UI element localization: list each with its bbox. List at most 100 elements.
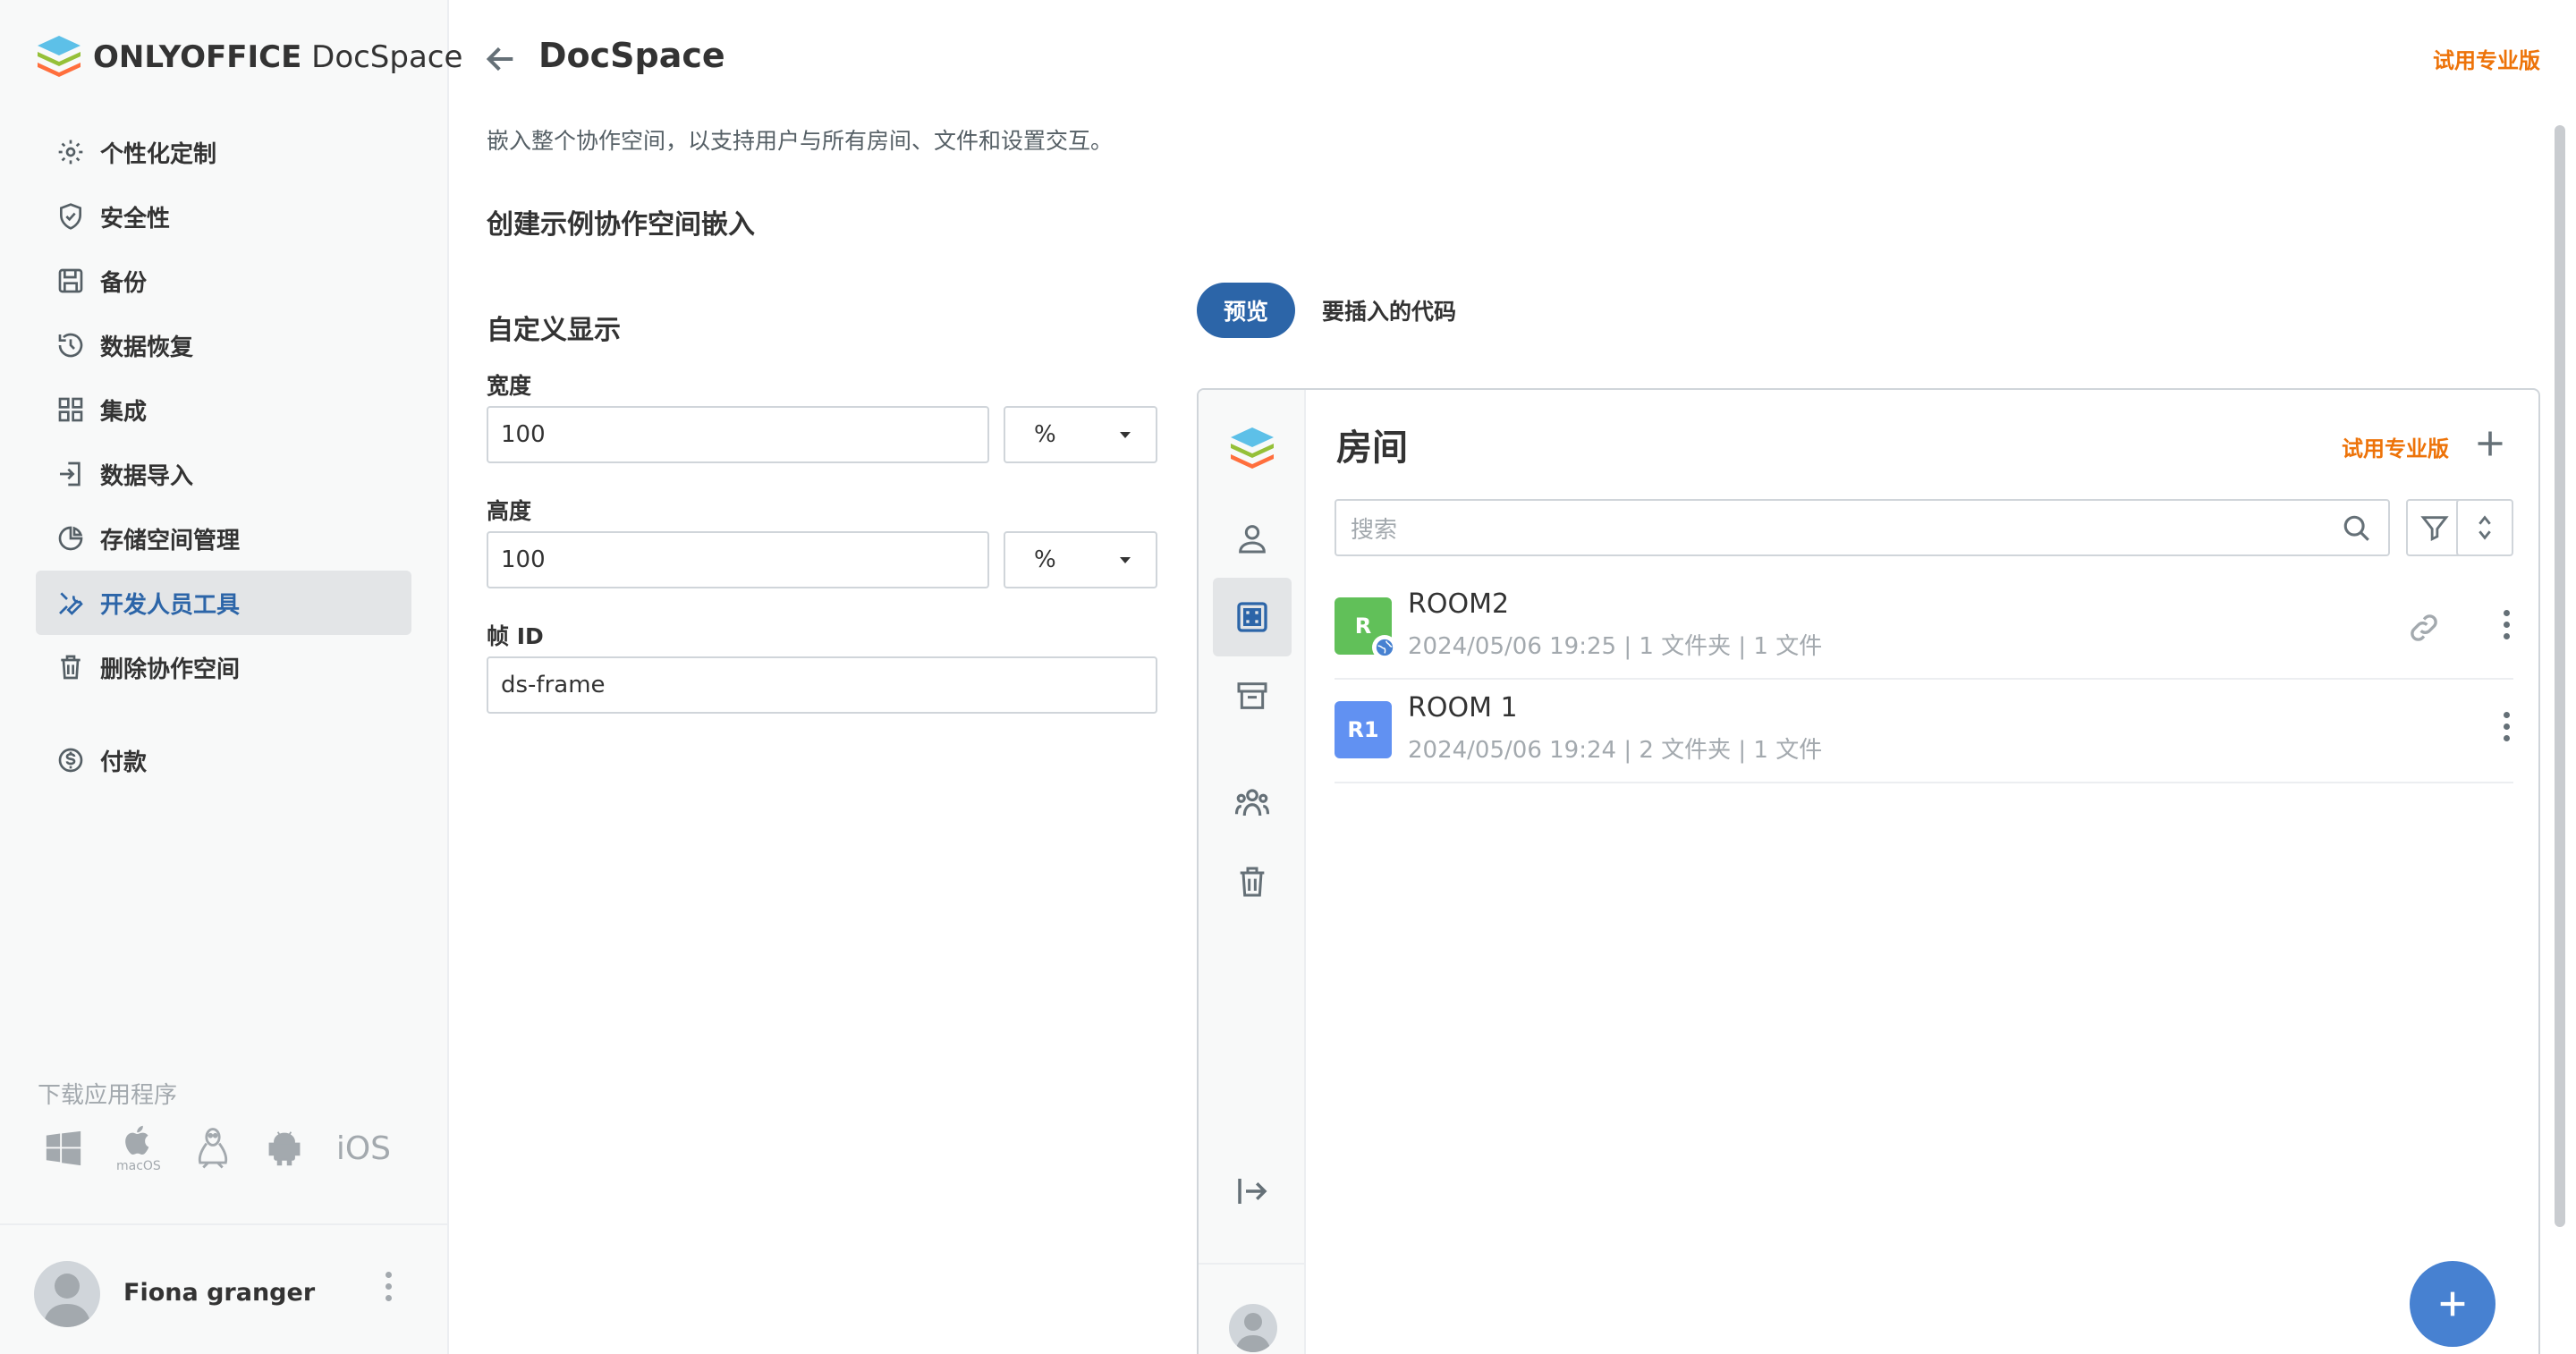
page-title: DocSpace [538, 36, 725, 75]
nav-item-label: 开发人员工具 [100, 591, 241, 619]
width-label: 宽度 [487, 373, 532, 399]
nav-separator [36, 699, 411, 728]
room-meta: 2024/05/06 19:25 | 1 文件夹 | 1 文件 [1408, 633, 1823, 660]
grid-icon [55, 394, 86, 425]
docspace-preview-frame: 房间 试用专业版 搜索 R ROOM2 2024/05/06 19:25 | 1… [1197, 388, 2540, 1354]
filter-button[interactable] [2406, 499, 2463, 556]
create-button[interactable] [2410, 1261, 2496, 1347]
chevron-down-icon [1120, 432, 1131, 438]
import-icon [55, 459, 86, 489]
nav-item-label: 数据恢复 [100, 334, 194, 361]
android-icon[interactable] [265, 1128, 304, 1169]
nav-item-payments[interactable]: 付款 [36, 728, 411, 792]
frame-id-input[interactable]: ds-frame [487, 656, 1157, 714]
dollar-icon [55, 745, 86, 775]
rooms-title: 房间 [1336, 427, 1408, 469]
groups-icon[interactable] [1213, 764, 1292, 842]
height-input[interactable]: 100 [487, 531, 989, 588]
room-menu-icon[interactable] [2503, 712, 2510, 741]
frame-id-label: 帧 ID [487, 623, 544, 649]
preview-tabs: 预览 要插入的代码 [1197, 283, 1460, 338]
nav-item-integration[interactable]: 集成 [36, 377, 411, 442]
filter-icon [2420, 516, 2449, 542]
nav-item-developer-tools[interactable]: 开发人员工具 [36, 571, 411, 635]
nav-item-label: 个性化定制 [100, 140, 217, 168]
search-icon[interactable] [2342, 513, 2372, 544]
room-row[interactable]: R1 ROOM 1 2024/05/06 19:24 | 2 文件夹 | 1 文… [1335, 680, 2513, 783]
page-scrollbar[interactable] [2555, 125, 2565, 1227]
nav-item-data-import[interactable]: 数据导入 [36, 442, 411, 506]
nav-item-label: 集成 [100, 398, 148, 426]
download-apps-title: 下载应用程序 [38, 1082, 178, 1109]
room-meta: 2024/05/06 19:24 | 2 文件夹 | 1 文件 [1408, 737, 1823, 764]
tools-icon [55, 588, 86, 618]
history-icon [55, 330, 86, 360]
search-placeholder: 搜索 [1351, 516, 1398, 544]
app-name: ONLYOFFICE DocSpace [93, 39, 463, 75]
room-row[interactable]: R ROOM2 2024/05/06 19:25 | 1 文件夹 | 1 文件 [1335, 576, 2513, 680]
nav-item-security[interactable]: 安全性 [36, 184, 411, 249]
nav-item-label: 存储空间管理 [100, 527, 241, 554]
nav-item-customization[interactable]: 个性化定制 [36, 120, 411, 184]
avatar[interactable] [34, 1261, 100, 1327]
nav-item-label: 安全性 [100, 205, 171, 233]
width-unit-value: % [1034, 421, 1056, 448]
sort-icon [2479, 515, 2491, 540]
pie-chart-icon [55, 523, 86, 554]
nav-item-label: 删除协作空间 [100, 656, 241, 683]
person-icon[interactable] [1213, 499, 1292, 578]
nav-item-backup[interactable]: 备份 [36, 249, 411, 313]
profile-menu-icon[interactable] [385, 1272, 392, 1301]
docspace-logo-icon[interactable] [1213, 410, 1292, 488]
try-pro-link[interactable]: 试用专业版 [2433, 43, 2540, 74]
plus-icon [2440, 1291, 2465, 1316]
section-title: 创建示例协作空间嵌入 [487, 209, 755, 241]
search-input[interactable]: 搜索 [1335, 499, 2390, 556]
width-input[interactable]: 100 [487, 406, 989, 463]
tab-preview[interactable]: 预览 [1197, 283, 1296, 338]
try-pro-link[interactable]: 试用专业版 [2342, 431, 2449, 462]
app-downloads: macOS iOS [43, 1123, 391, 1173]
plus-icon[interactable] [2474, 427, 2506, 460]
height-label: 高度 [487, 498, 532, 524]
room-menu-icon[interactable] [2503, 610, 2510, 639]
trash-icon [55, 652, 86, 682]
nav-item-label: 备份 [100, 269, 148, 297]
link-icon[interactable] [2406, 610, 2442, 646]
macos-icon[interactable]: macOS [116, 1123, 161, 1173]
nav-item-restore[interactable]: 数据恢复 [36, 313, 411, 377]
height-unit-select[interactable]: % [1004, 531, 1157, 588]
avatar[interactable] [1229, 1304, 1277, 1352]
logout-icon[interactable] [1213, 1152, 1292, 1231]
room-name: ROOM2 [1408, 588, 1510, 620]
user-profile[interactable]: Fiona granger [0, 1223, 447, 1354]
height-unit-value: % [1034, 546, 1056, 573]
chevron-down-icon [1120, 557, 1131, 563]
gear-icon [55, 137, 86, 167]
nav-item-delete-space[interactable]: 删除协作空间 [36, 635, 411, 699]
nav-item-label: 数据导入 [100, 462, 194, 490]
trash-icon[interactable] [1213, 842, 1292, 921]
width-unit-select[interactable]: % [1004, 406, 1157, 463]
windows-icon[interactable] [43, 1128, 84, 1169]
page-description: 嵌入整个协作空间，以支持用户与所有房间、文件和设置交互。 [487, 128, 1114, 154]
shield-icon [55, 201, 86, 232]
linux-icon[interactable] [193, 1126, 233, 1171]
sidebar: ONLYOFFICE DocSpace 个性化定制 安全性 备份 数据恢复 集成… [0, 0, 462, 1354]
preview-nav [1199, 390, 1306, 1354]
docspace-logo-icon [38, 36, 80, 77]
rooms-icon[interactable] [1213, 578, 1292, 656]
app-logo[interactable]: ONLYOFFICE DocSpace [34, 32, 462, 82]
save-icon [55, 266, 86, 296]
room-badge: R1 [1335, 701, 1392, 758]
sort-button[interactable] [2456, 499, 2513, 556]
tab-code[interactable]: 要插入的代码 [1322, 283, 1460, 338]
public-room-icon [1372, 635, 1397, 660]
ios-icon[interactable]: iOS [336, 1130, 391, 1167]
back-arrow-icon[interactable] [483, 41, 519, 77]
macos-label: macOS [116, 1159, 161, 1173]
archive-icon[interactable] [1213, 656, 1292, 735]
nav-separator [1199, 1263, 1304, 1265]
nav-item-label: 付款 [100, 749, 148, 776]
nav-item-storage[interactable]: 存储空间管理 [36, 506, 411, 571]
